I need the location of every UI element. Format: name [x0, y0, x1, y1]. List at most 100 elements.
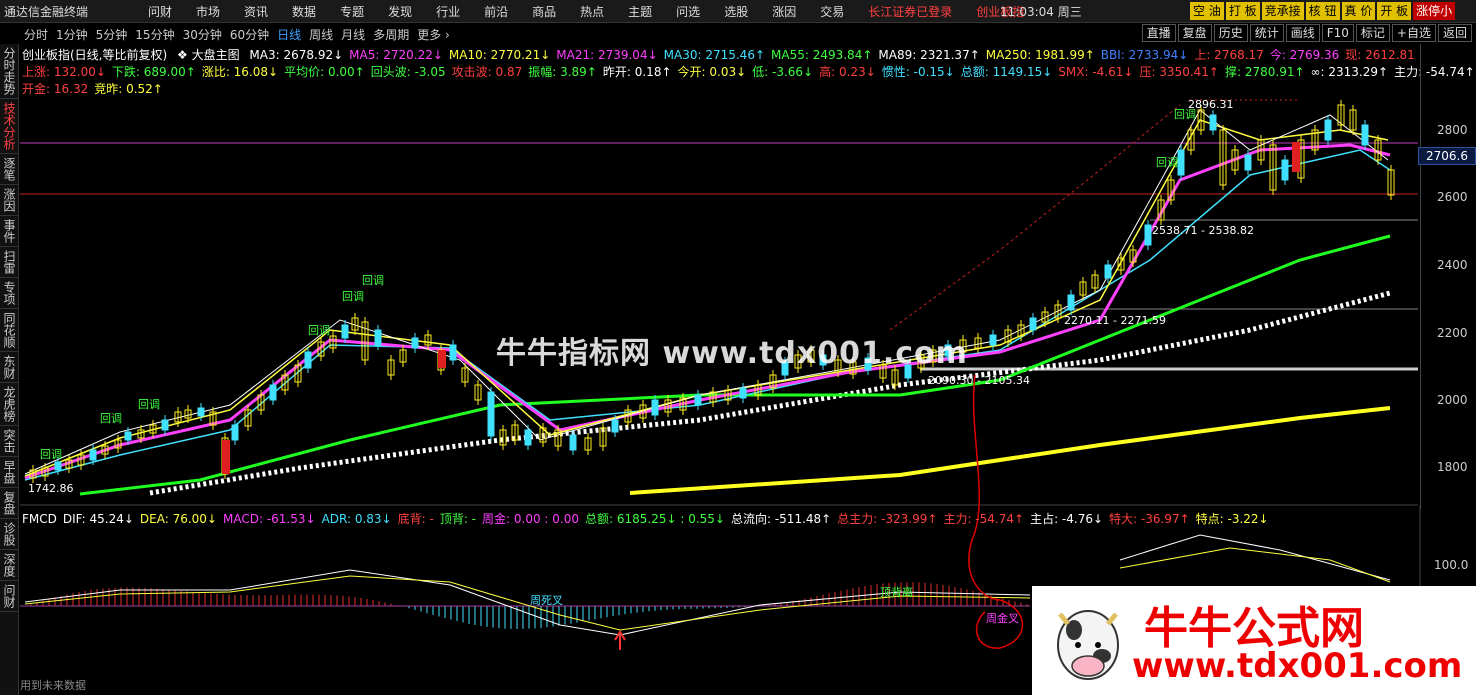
indicator-value: 今: 2769.36 — [1269, 48, 1340, 62]
menu-bar: 通达信金融终端 问财 市场 资讯 数据 专题 发现 行业 前沿 商品 热点 主题 问选 选股 涨因 交易 长… — [0, 0, 1476, 23]
indicator-value: 主力: -54.74↑ — [943, 512, 1025, 526]
menu-item[interactable]: 主题 — [616, 3, 664, 20]
period-tab[interactable]: 多周期 — [369, 26, 413, 43]
quick-chip-button[interactable]: 打 板 — [1225, 2, 1260, 20]
indicator-value: DEA: 76.00↓ — [139, 512, 217, 526]
sidebar-tab[interactable]: 深度 — [0, 550, 18, 581]
sidebar-tab[interactable]: 分时走势 — [0, 44, 18, 99]
candle-body — [1387, 169, 1395, 196]
clock-weekday: 周三 — [1057, 5, 1082, 19]
pullback-label: 回调 — [362, 274, 384, 287]
quick-chip-button[interactable]: 开 板 — [1377, 2, 1412, 20]
dif-line — [24, 569, 1031, 636]
toolbar-button[interactable]: 统计 — [1249, 24, 1284, 42]
indicator-value: 高: 0.23↓ — [819, 65, 876, 79]
candle-body — [554, 429, 562, 447]
menu-item[interactable]: 问选 — [664, 3, 712, 20]
indicator-value: 顶背: - — [439, 512, 477, 526]
candle-body — [341, 324, 349, 339]
period-tab[interactable]: 5分钟 — [92, 26, 132, 43]
toolbar-button[interactable]: F10 — [1321, 24, 1354, 42]
clock: 11:03:04 周三 — [1000, 3, 1082, 20]
chart-subtitle[interactable]: ❖ 大盘主图 — [177, 48, 240, 62]
sidebar-tab[interactable]: 东财 — [0, 352, 18, 383]
candle-body — [1244, 154, 1252, 171]
menu-item[interactable]: 涨因 — [760, 3, 808, 20]
sidebar-tab[interactable]: 事件 — [0, 216, 18, 247]
candle-body — [1129, 249, 1137, 263]
sidebar-tab[interactable]: 早盘 — [0, 457, 18, 488]
sidebar-tab[interactable]: 诊股 — [0, 519, 18, 550]
menu-item[interactable]: 数据 — [280, 3, 328, 20]
period-tab[interactable]: 30分钟 — [179, 26, 226, 43]
toolbar-button[interactable]: 复盘 — [1177, 24, 1212, 42]
ma30-line — [24, 149, 1391, 481]
period-tab[interactable]: 分时 — [20, 26, 52, 43]
sidebar-tab[interactable]: 专项 — [0, 278, 18, 309]
sidebar-tab[interactable]: 问财 — [0, 581, 18, 612]
toolbar-button[interactable]: 直播 — [1141, 24, 1176, 42]
menu-item[interactable]: 问财 — [136, 3, 184, 20]
candle-body — [539, 427, 547, 443]
level-label-2: 2270.11 - 2271.59 — [1064, 314, 1166, 327]
period-tab[interactable]: 15分钟 — [131, 26, 178, 43]
candle-body — [174, 411, 182, 423]
clock-time: 11:03:04 — [1000, 5, 1054, 19]
indicator-value: FMCD — [22, 512, 57, 526]
sidebar-tab[interactable]: 逐笔 — [0, 154, 18, 185]
menu-item[interactable]: 交易 — [808, 3, 856, 20]
sidebar-tab[interactable]: 扫雷 — [0, 247, 18, 278]
candle-body — [399, 349, 407, 363]
sidebar-tab[interactable]: 技术分析 — [0, 99, 18, 154]
toolbar-button[interactable]: +自选 — [1391, 24, 1436, 42]
period-tab[interactable]: 日线 — [273, 26, 305, 43]
quick-chip-button[interactable]: 竞承接 — [1261, 2, 1304, 20]
menu-item[interactable]: 前沿 — [472, 3, 520, 20]
candle-body — [1041, 311, 1049, 323]
candle-body — [54, 461, 62, 471]
menu-item[interactable]: 选股 — [712, 3, 760, 20]
toolbar-button[interactable]: 画线 — [1285, 24, 1320, 42]
menu-item[interactable]: 行业 — [424, 3, 472, 20]
candle-body — [611, 419, 619, 433]
period-tab[interactable]: 60分钟 — [226, 26, 273, 43]
sidebar-tab[interactable]: 龙虎榜 — [0, 383, 18, 426]
menu-item[interactable]: 市场 — [184, 3, 232, 20]
menu-item[interactable]: 资讯 — [232, 3, 280, 20]
menu-item[interactable]: 商品 — [520, 3, 568, 20]
candle-body — [161, 419, 169, 431]
quick-chip-button[interactable]: 空 油 — [1190, 2, 1224, 20]
indicator-value: 开金: 16.32 — [22, 82, 89, 96]
period-tab[interactable]: 月线 — [337, 26, 369, 43]
pullback-label: 回调 — [40, 448, 62, 461]
sidebar-tab[interactable]: 复盘 — [0, 488, 18, 519]
candle-body — [149, 424, 157, 434]
indicator-value: 上涨: 132.00↓ — [22, 65, 106, 79]
candle-body — [1269, 144, 1277, 191]
candle-body — [1004, 329, 1012, 343]
menu-status-item[interactable]: 长江证券已登录 — [856, 3, 964, 20]
period-tab[interactable]: 更多 › — [413, 26, 454, 43]
menu-item[interactable]: 专题 — [328, 3, 376, 20]
toolbar-button[interactable]: 历史 — [1213, 24, 1248, 42]
indicator-value: 上: 2768.17 — [1194, 48, 1264, 62]
period-tab[interactable]: 1分钟 — [52, 26, 92, 43]
quick-chip-button[interactable]: 涨停小 — [1413, 2, 1456, 20]
quick-chip-button[interactable]: 真 价 — [1341, 2, 1376, 20]
menu-item[interactable]: 发现 — [376, 3, 424, 20]
menu-item[interactable]: 热点 — [568, 3, 616, 20]
candle-body — [524, 429, 532, 446]
indicator-value: 昨开: 0.18↑ — [602, 65, 672, 79]
pullback-label: 回调 — [1156, 156, 1178, 169]
candle-body — [1104, 264, 1112, 279]
indicator-value: DIF: 45.24↓ — [62, 512, 134, 526]
sidebar-tab[interactable]: 涨因 — [0, 185, 18, 216]
toolbar-button[interactable]: 返回 — [1437, 24, 1472, 42]
chart-title: 创业板指(日线,等比前复权) — [22, 48, 168, 62]
toolbar-button[interactable]: 标记 — [1355, 24, 1390, 42]
candle-body — [1361, 124, 1369, 146]
quick-chip-button[interactable]: 核 钮 — [1305, 2, 1340, 20]
sidebar-tab[interactable]: 同花顺 — [0, 309, 18, 352]
sidebar-tab[interactable]: 突击 — [0, 426, 18, 457]
period-tab[interactable]: 周线 — [305, 26, 337, 43]
